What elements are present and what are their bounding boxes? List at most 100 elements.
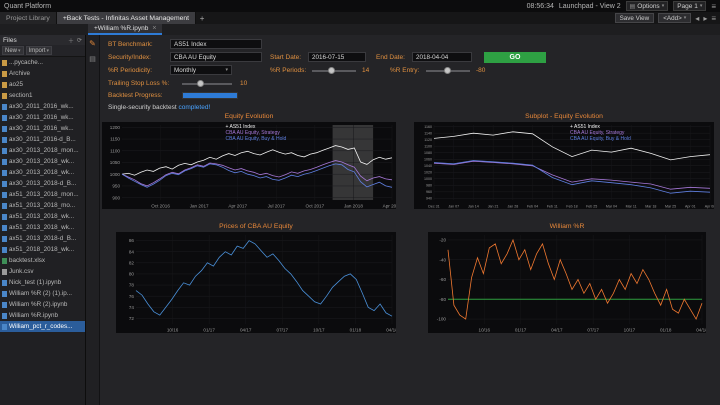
- file-item[interactable]: William_pct_r_codes...: [0, 321, 85, 332]
- close-icon[interactable]: ×: [152, 25, 156, 32]
- slider-knob[interactable]: [197, 80, 204, 87]
- file-item[interactable]: ax30_2011_2016-d_B...: [0, 134, 85, 145]
- security-input[interactable]: CBA AU Equity: [170, 52, 262, 62]
- files-header: Files ＋ ⟳: [0, 35, 85, 45]
- chevron-down-icon: ▾: [18, 47, 21, 54]
- chevron-down-icon: ▾: [699, 3, 703, 9]
- file-item[interactable]: Nick_test (1).ipynb: [0, 277, 85, 288]
- file-name: ax30_2013_2018_wk...: [9, 158, 75, 165]
- entry-slider[interactable]: [426, 66, 470, 75]
- import-button[interactable]: Import ▾: [25, 46, 53, 55]
- notebook-icon: [2, 136, 7, 143]
- notebook-tab[interactable]: +William %R.ipynb ×: [88, 24, 163, 35]
- file-name: section1: [9, 92, 33, 99]
- notebook-icon: [2, 114, 7, 121]
- edit-pencil-icon[interactable]: ✎: [89, 39, 96, 48]
- svg-text:Oct 2017: Oct 2017: [306, 204, 325, 209]
- svg-text:Mar 25: Mar 25: [665, 205, 676, 209]
- svg-text:Apr 2017: Apr 2017: [228, 204, 247, 209]
- new-button[interactable]: New ▾: [2, 46, 24, 55]
- tab-back-tests[interactable]: +Back Tests - Infinitas Asset Management: [56, 12, 197, 24]
- csv-icon: [2, 268, 7, 275]
- file-item[interactable]: ax30_2013_2018_wk...: [0, 156, 85, 167]
- add-tab-button[interactable]: +: [196, 12, 208, 24]
- periods-slider[interactable]: [312, 66, 356, 75]
- go-button[interactable]: GO: [484, 52, 546, 63]
- periodicity-select[interactable]: Monthly ▾: [170, 65, 232, 75]
- file-item[interactable]: ax51_2013_2018_mo...: [0, 200, 85, 211]
- file-item[interactable]: ax51_2013_2018_wk...: [0, 222, 85, 233]
- svg-text:1000: 1000: [110, 172, 121, 177]
- options-dropdown[interactable]: ▤ Options ▾: [625, 1, 669, 11]
- chart-canvas[interactable]: 86 84 82 80 78 76 74 72 10/16 01/17 04/17 07/17 10/1…: [116, 232, 398, 333]
- svg-text:04/17: 04/17: [551, 328, 563, 333]
- menu-icon[interactable]: ≡: [711, 2, 716, 11]
- clock: 08:56:34: [526, 2, 554, 10]
- chart-canvas[interactable]: -20 -40 -60 -80 -100 10/16 01/17 04/17 07/17 10/1…: [428, 232, 708, 333]
- file-item[interactable]: ax51_2013_2018_mon...: [0, 189, 85, 200]
- file-name: ax51_2013_2018_mo...: [9, 202, 76, 209]
- file-item[interactable]: ax30_2011_2016_wk...: [0, 101, 85, 112]
- periods-label: %R Periods:: [270, 67, 307, 74]
- end-date-value: 2018-04-04: [416, 53, 449, 61]
- grid-icon: ▤: [629, 3, 636, 10]
- file-item[interactable]: William %R.ipynb: [0, 310, 85, 321]
- chart-canvas[interactable]: 1160 1140 1120 1100 1080 1060 1040 1020 1000 980 9…: [414, 122, 715, 209]
- page-selector[interactable]: Page 1 ▾: [673, 1, 707, 11]
- add-label: <Add>: [663, 14, 682, 22]
- file-name: William_pct_r_codes...: [9, 323, 73, 330]
- file-item[interactable]: ax30_2013_2018_wk...: [0, 167, 85, 178]
- file-item[interactable]: ax51_2013_2018_wk...: [0, 211, 85, 222]
- periods-value: 14: [362, 67, 370, 74]
- start-date-input[interactable]: 2016-07-15: [308, 52, 366, 62]
- svg-text:1200: 1200: [110, 125, 121, 130]
- refresh-icon[interactable]: ⟳: [77, 37, 82, 44]
- file-item[interactable]: ax30_2013_2018-d_B...: [0, 178, 85, 189]
- notebook-icon: [2, 301, 7, 308]
- file-item[interactable]: ao25: [0, 79, 85, 90]
- chart-canvas[interactable]: 1200 1150 1100 1050 1000 950 900 Oct 2016 Jan 20…: [102, 122, 402, 209]
- file-item[interactable]: section1: [0, 90, 85, 101]
- file-item[interactable]: ax51_2018_2018_wk...: [0, 244, 85, 255]
- file-item[interactable]: William %R (2) (1).ip...: [0, 288, 85, 299]
- next-page-icon[interactable]: ▸: [703, 14, 707, 23]
- notebook-tab-label: +William %R.ipynb: [94, 25, 149, 32]
- notebook-gutter: ✎ ▤: [86, 35, 100, 405]
- stop-loss-slider[interactable]: [182, 79, 232, 88]
- save-view-button[interactable]: Save View: [614, 13, 655, 23]
- file-item[interactable]: ax51_2013_2018-d_B...: [0, 233, 85, 244]
- file-item[interactable]: ax30_2011_2016_wk...: [0, 112, 85, 123]
- slider-knob[interactable]: [328, 67, 335, 74]
- file-item[interactable]: ax30_2011_2016_wk...: [0, 123, 85, 134]
- subplot-equity-evolution-chart: Subplot - Equity Evolution 1160 1140 1120 11…: [414, 113, 715, 209]
- svg-text:Feb 11: Feb 11: [547, 205, 558, 209]
- svg-text:Jan 07: Jan 07: [448, 205, 459, 209]
- notebook-icon: [2, 147, 7, 154]
- chart-title: William %R: [549, 223, 585, 230]
- svg-text:04/18: 04/18: [696, 328, 706, 333]
- stop-loss-value: 10: [240, 80, 248, 87]
- end-date-input[interactable]: 2018-04-04: [412, 52, 472, 62]
- svg-text:Jan 2017: Jan 2017: [190, 204, 209, 209]
- file-item[interactable]: Junk.csv: [0, 266, 85, 277]
- layers-icon[interactable]: ▤: [89, 55, 96, 63]
- file-item[interactable]: William %R (2).ipynb: [0, 299, 85, 310]
- slider-knob[interactable]: [444, 67, 451, 74]
- svg-text:Feb 18: Feb 18: [566, 205, 577, 209]
- menu-icon[interactable]: ≡: [711, 14, 716, 23]
- prev-page-icon[interactable]: ◂: [695, 14, 699, 23]
- tab-project-library[interactable]: Project Library: [0, 12, 57, 24]
- file-name: William %R (2).ipynb: [9, 301, 68, 308]
- file-name: William %R (2) (1).ip...: [9, 290, 72, 297]
- bt-benchmark-input[interactable]: AS51 Index: [170, 39, 262, 49]
- add-file-icon[interactable]: ＋: [68, 36, 74, 45]
- file-name: ax51_2013_2018-d_B...: [9, 235, 77, 242]
- workspace-tabbar: Project Library +Back Tests - Infinitas …: [0, 12, 720, 24]
- svg-text:980: 980: [426, 184, 432, 188]
- file-item[interactable]: backtest.xlsx: [0, 255, 85, 266]
- add-dropdown[interactable]: <Add> ▾: [658, 13, 692, 23]
- svg-text:74: 74: [129, 305, 135, 310]
- file-item[interactable]: Archive: [0, 68, 85, 79]
- file-item[interactable]: ...pycache...: [0, 57, 85, 68]
- file-item[interactable]: ax30_2013_2018_mon...: [0, 145, 85, 156]
